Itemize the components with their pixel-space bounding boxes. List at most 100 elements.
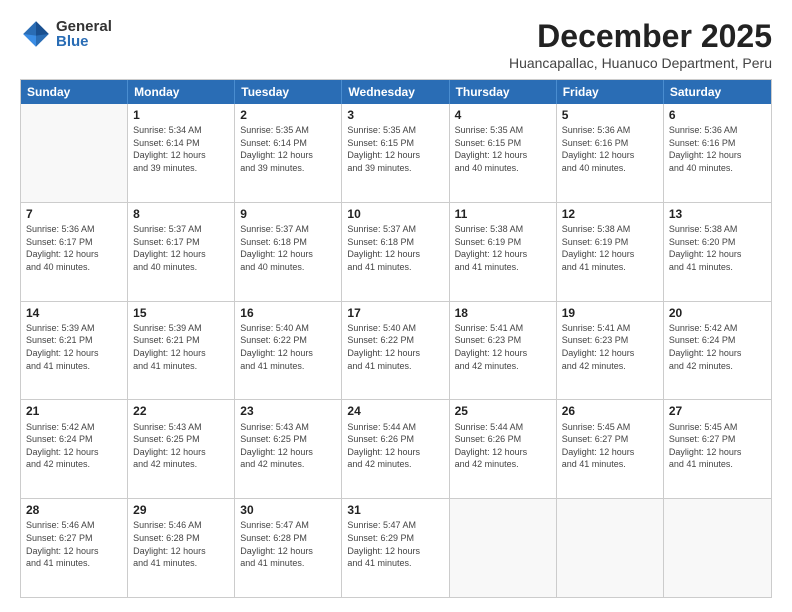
day-number-30: 30	[240, 502, 336, 518]
weekday-header-monday: Monday	[128, 80, 235, 104]
calendar-cell-17: 17Sunrise: 5:40 AM Sunset: 6:22 PM Dayli…	[342, 302, 449, 400]
day-info-14: Sunrise: 5:39 AM Sunset: 6:21 PM Dayligh…	[26, 322, 122, 372]
day-info-8: Sunrise: 5:37 AM Sunset: 6:17 PM Dayligh…	[133, 223, 229, 273]
weekday-header-friday: Friday	[557, 80, 664, 104]
day-number-18: 18	[455, 305, 551, 321]
day-number-29: 29	[133, 502, 229, 518]
day-number-23: 23	[240, 403, 336, 419]
day-info-26: Sunrise: 5:45 AM Sunset: 6:27 PM Dayligh…	[562, 421, 658, 471]
day-info-19: Sunrise: 5:41 AM Sunset: 6:23 PM Dayligh…	[562, 322, 658, 372]
calendar-cell-27: 27 Sunrise: 5:45 AM Sunset: 6:27 PM Dayli…	[664, 400, 771, 498]
title-block: December 2025 Huancapallac, Huanuco Depa…	[509, 18, 772, 71]
day-number-14: 14	[26, 305, 122, 321]
day-info-21: Sunrise: 5:42 AM Sunset: 6:24 PM Dayligh…	[26, 421, 122, 471]
day-number-16: 16	[240, 305, 336, 321]
calendar-row-0: 1Sunrise: 5:34 AM Sunset: 6:14 PM Daylig…	[21, 104, 771, 202]
calendar-cell-5: 5Sunrise: 5:36 AM Sunset: 6:16 PM Daylig…	[557, 104, 664, 202]
calendar-cell-10: 10Sunrise: 5:37 AM Sunset: 6:18 PM Dayli…	[342, 203, 449, 301]
calendar-cell-14: 14Sunrise: 5:39 AM Sunset: 6:21 PM Dayli…	[21, 302, 128, 400]
calendar-cell-16: 16Sunrise: 5:40 AM Sunset: 6:22 PM Dayli…	[235, 302, 342, 400]
day-number-12: 12	[562, 206, 658, 222]
calendar-cell-2: 2Sunrise: 5:35 AM Sunset: 6:14 PM Daylig…	[235, 104, 342, 202]
day-number-4: 4	[455, 107, 551, 123]
weekday-header-wednesday: Wednesday	[342, 80, 449, 104]
location-subtitle: Huancapallac, Huanuco Department, Peru	[509, 55, 772, 71]
calendar-row-3: 21 Sunrise: 5:42 AM Sunset: 6:24 PM Dayli…	[21, 399, 771, 498]
calendar-cell-11: 11Sunrise: 5:38 AM Sunset: 6:19 PM Dayli…	[450, 203, 557, 301]
calendar-cell-21: 21 Sunrise: 5:42 AM Sunset: 6:24 PM Dayli…	[21, 400, 128, 498]
calendar-cell-15: 15Sunrise: 5:39 AM Sunset: 6:21 PM Dayli…	[128, 302, 235, 400]
day-number-6: 6	[669, 107, 766, 123]
day-info-28: Sunrise: 5:46 AM Sunset: 6:27 PM Dayligh…	[26, 519, 122, 569]
day-number-27: 27	[669, 403, 766, 419]
day-info-24: Sunrise: 5:44 AM Sunset: 6:26 PM Dayligh…	[347, 421, 443, 471]
day-number-8: 8	[133, 206, 229, 222]
day-info-31: Sunrise: 5:47 AM Sunset: 6:29 PM Dayligh…	[347, 519, 443, 569]
day-number-19: 19	[562, 305, 658, 321]
calendar-cell-30: 30Sunrise: 5:47 AM Sunset: 6:28 PM Dayli…	[235, 499, 342, 597]
day-info-25: Sunrise: 5:44 AM Sunset: 6:26 PM Dayligh…	[455, 421, 551, 471]
day-info-15: Sunrise: 5:39 AM Sunset: 6:21 PM Dayligh…	[133, 322, 229, 372]
day-number-3: 3	[347, 107, 443, 123]
calendar-cell-24: 24Sunrise: 5:44 AM Sunset: 6:26 PM Dayli…	[342, 400, 449, 498]
day-info-27: Sunrise: 5:45 AM Sunset: 6:27 PM Dayligh…	[669, 421, 766, 471]
logo-blue-text: Blue	[56, 34, 112, 49]
weekday-header-tuesday: Tuesday	[235, 80, 342, 104]
day-info-20: Sunrise: 5:42 AM Sunset: 6:24 PM Dayligh…	[669, 322, 766, 372]
day-info-5: Sunrise: 5:36 AM Sunset: 6:16 PM Dayligh…	[562, 124, 658, 174]
calendar-cell-7: 7Sunrise: 5:36 AM Sunset: 6:17 PM Daylig…	[21, 203, 128, 301]
page: General Blue December 2025 Huancapallac,…	[0, 0, 792, 612]
day-number-22: 22	[133, 403, 229, 419]
day-info-22: Sunrise: 5:43 AM Sunset: 6:25 PM Dayligh…	[133, 421, 229, 471]
day-number-15: 15	[133, 305, 229, 321]
day-info-11: Sunrise: 5:38 AM Sunset: 6:19 PM Dayligh…	[455, 223, 551, 273]
day-number-31: 31	[347, 502, 443, 518]
calendar-cell-9: 9Sunrise: 5:37 AM Sunset: 6:18 PM Daylig…	[235, 203, 342, 301]
day-number-1: 1	[133, 107, 229, 123]
day-info-4: Sunrise: 5:35 AM Sunset: 6:15 PM Dayligh…	[455, 124, 551, 174]
day-number-2: 2	[240, 107, 336, 123]
header: General Blue December 2025 Huancapallac,…	[20, 18, 772, 71]
calendar-cell-29: 29Sunrise: 5:46 AM Sunset: 6:28 PM Dayli…	[128, 499, 235, 597]
calendar-row-2: 14Sunrise: 5:39 AM Sunset: 6:21 PM Dayli…	[21, 301, 771, 400]
weekday-header-thursday: Thursday	[450, 80, 557, 104]
calendar-cell-18: 18Sunrise: 5:41 AM Sunset: 6:23 PM Dayli…	[450, 302, 557, 400]
calendar-cell-empty-4-4	[450, 499, 557, 597]
day-info-29: Sunrise: 5:46 AM Sunset: 6:28 PM Dayligh…	[133, 519, 229, 569]
calendar-cell-empty-4-5	[557, 499, 664, 597]
day-number-13: 13	[669, 206, 766, 222]
day-info-16: Sunrise: 5:40 AM Sunset: 6:22 PM Dayligh…	[240, 322, 336, 372]
day-info-18: Sunrise: 5:41 AM Sunset: 6:23 PM Dayligh…	[455, 322, 551, 372]
calendar-cell-31: 31Sunrise: 5:47 AM Sunset: 6:29 PM Dayli…	[342, 499, 449, 597]
calendar-header: SundayMondayTuesdayWednesdayThursdayFrid…	[21, 80, 771, 104]
calendar-cell-20: 20Sunrise: 5:42 AM Sunset: 6:24 PM Dayli…	[664, 302, 771, 400]
weekday-header-saturday: Saturday	[664, 80, 771, 104]
calendar-row-4: 28Sunrise: 5:46 AM Sunset: 6:27 PM Dayli…	[21, 498, 771, 597]
month-title: December 2025	[509, 18, 772, 55]
day-info-2: Sunrise: 5:35 AM Sunset: 6:14 PM Dayligh…	[240, 124, 336, 174]
day-info-7: Sunrise: 5:36 AM Sunset: 6:17 PM Dayligh…	[26, 223, 122, 273]
calendar-cell-22: 22 Sunrise: 5:43 AM Sunset: 6:25 PM Dayli…	[128, 400, 235, 498]
day-number-21: 21	[26, 403, 122, 419]
weekday-header-sunday: Sunday	[21, 80, 128, 104]
calendar-cell-3: 3Sunrise: 5:35 AM Sunset: 6:15 PM Daylig…	[342, 104, 449, 202]
day-info-6: Sunrise: 5:36 AM Sunset: 6:16 PM Dayligh…	[669, 124, 766, 174]
day-info-13: Sunrise: 5:38 AM Sunset: 6:20 PM Dayligh…	[669, 223, 766, 273]
calendar-cell-empty-4-6	[664, 499, 771, 597]
calendar-cell-23: 23Sunrise: 5:43 AM Sunset: 6:25 PM Dayli…	[235, 400, 342, 498]
calendar-cell-8: 8Sunrise: 5:37 AM Sunset: 6:17 PM Daylig…	[128, 203, 235, 301]
logo: General Blue	[20, 18, 112, 50]
logo-text: General Blue	[56, 19, 112, 49]
day-info-3: Sunrise: 5:35 AM Sunset: 6:15 PM Dayligh…	[347, 124, 443, 174]
calendar-cell-12: 12Sunrise: 5:38 AM Sunset: 6:19 PM Dayli…	[557, 203, 664, 301]
calendar-cell-6: 6Sunrise: 5:36 AM Sunset: 6:16 PM Daylig…	[664, 104, 771, 202]
calendar-cell-25: 25 Sunrise: 5:44 AM Sunset: 6:26 PM Dayli…	[450, 400, 557, 498]
calendar: SundayMondayTuesdayWednesdayThursdayFrid…	[20, 79, 772, 598]
calendar-cell-1: 1Sunrise: 5:34 AM Sunset: 6:14 PM Daylig…	[128, 104, 235, 202]
calendar-cell-13: 13Sunrise: 5:38 AM Sunset: 6:20 PM Dayli…	[664, 203, 771, 301]
day-number-26: 26	[562, 403, 658, 419]
day-number-20: 20	[669, 305, 766, 321]
day-info-12: Sunrise: 5:38 AM Sunset: 6:19 PM Dayligh…	[562, 223, 658, 273]
day-number-25: 25	[455, 403, 551, 419]
calendar-body: 1Sunrise: 5:34 AM Sunset: 6:14 PM Daylig…	[21, 104, 771, 597]
